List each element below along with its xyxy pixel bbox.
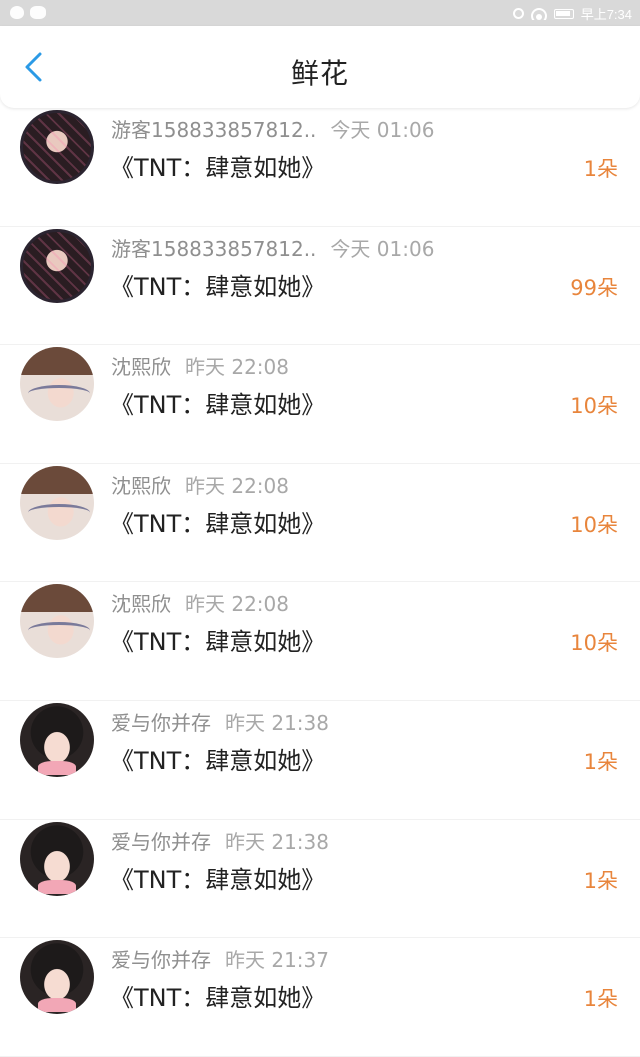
status-notification-icons [10,6,46,19]
flower-count: 1朵 [583,868,618,893]
user-name[interactable]: 爱与你并存 [111,830,211,854]
list-item[interactable]: 游客158833857812.. 今天 01:06 《TNT：肆意如她》 99朵 [0,227,640,346]
avatar[interactable] [20,228,94,303]
list-item[interactable]: 沈熙欣 昨天 22:08 《TNT：肆意如她》 10朵 [0,582,640,701]
timestamp: 今天 01:06 [330,118,435,142]
book-title[interactable]: 《TNT：肆意如她》 [110,860,325,895]
user-name[interactable]: 沈熙欣 [111,592,171,616]
book-title[interactable]: 《TNT：肆意如她》 [110,385,325,420]
avatar[interactable] [20,110,94,184]
flower-count: 10朵 [570,512,618,537]
timestamp: 今天 01:06 [330,236,435,261]
timestamp: 昨天 22:08 [185,355,289,380]
alarm-icon [512,8,524,19]
book-title[interactable]: 《TNT：肆意如她》 [110,978,325,1013]
list-item[interactable]: 沈熙欣 昨天 22:08 《TNT：肆意如她》 10朵 [0,464,640,583]
user-name[interactable]: 爱与你并存 [111,711,211,735]
avatar[interactable] [20,584,94,659]
status-right: 早上7:34 [512,4,632,23]
avatar[interactable] [20,940,94,1015]
timestamp: 昨天 22:08 [185,473,289,498]
timestamp: 昨天 22:08 [185,592,289,617]
wechat-icon [30,6,46,19]
book-title[interactable]: 《TNT：肆意如她》 [110,148,325,183]
flower-list: 游客158833857812.. 今天 01:06 《TNT：肆意如她》 1朵 游… [0,108,640,1057]
flower-count: 10朵 [570,394,618,419]
flower-count: 1朵 [583,987,618,1012]
user-name[interactable]: 游客158833857812.. [111,118,316,142]
list-item[interactable]: 游客158833857812.. 今天 01:06 《TNT：肆意如她》 1朵 [0,108,640,227]
timestamp: 昨天 21:38 [225,710,329,735]
flower-count: 99朵 [570,275,618,300]
book-title[interactable]: 《TNT：肆意如她》 [110,741,325,776]
avatar[interactable] [20,347,94,422]
book-title[interactable]: 《TNT：肆意如她》 [110,622,325,657]
list-item[interactable]: 爱与你并存 昨天 21:37 《TNT：肆意如她》 1朵 [0,938,640,1057]
wifi-icon [530,7,547,20]
timestamp: 昨天 21:37 [225,948,329,973]
avatar[interactable] [20,702,94,777]
status-bar: 早上7:34 [0,0,640,26]
list-item[interactable]: 沈熙欣 昨天 22:08 《TNT：肆意如她》 10朵 [0,345,640,464]
status-time: 早上7:34 [580,7,632,22]
user-name[interactable]: 沈熙欣 [111,474,171,498]
flower-count: 10朵 [570,631,618,656]
avatar[interactable] [20,821,94,896]
avatar[interactable] [20,465,94,540]
battery-icon [553,8,574,19]
page-title: 鲜花 [290,57,349,90]
list-item[interactable]: 爱与你并存 昨天 21:38 《TNT：肆意如她》 1朵 [0,701,640,820]
user-name[interactable]: 游客158833857812.. [111,237,316,261]
flower-count: 1朵 [583,157,618,181]
user-name[interactable]: 爱与你并存 [111,948,211,972]
timestamp: 昨天 21:38 [225,829,329,854]
list-item[interactable]: 爱与你并存 昨天 21:38 《TNT：肆意如她》 1朵 [0,820,640,939]
book-title[interactable]: 《TNT：肆意如她》 [110,267,325,302]
book-title[interactable]: 《TNT：肆意如她》 [110,504,325,539]
qq-icon [10,6,24,19]
header-bar: 鲜花 [0,26,640,108]
flower-count: 1朵 [583,749,618,774]
user-name[interactable]: 沈熙欣 [111,355,171,379]
